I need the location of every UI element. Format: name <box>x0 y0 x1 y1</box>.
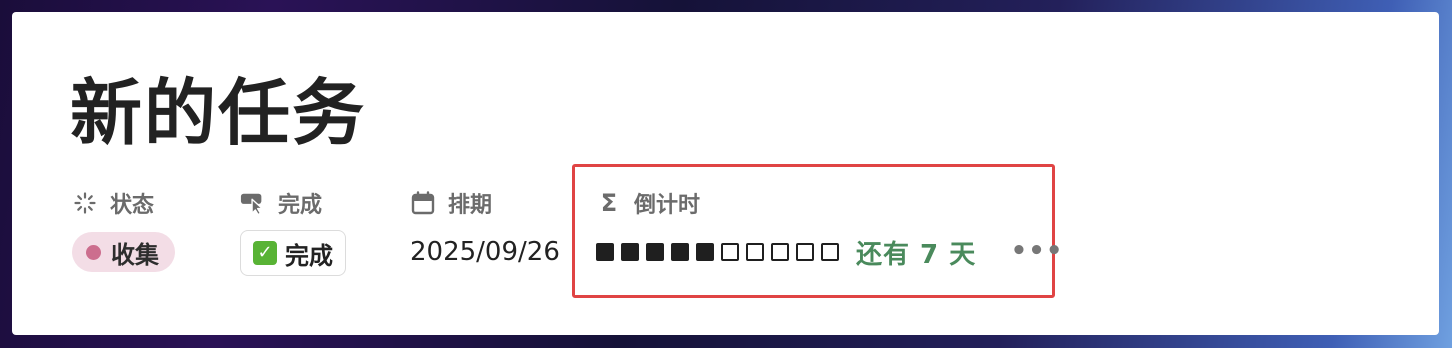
property-done-label: 完成 <box>278 193 323 218</box>
done-button[interactable]: ✓ 完成 <box>240 230 346 276</box>
countdown-remaining-text: 还有 7 天 <box>856 239 977 270</box>
progress-block-empty <box>771 243 789 261</box>
property-countdown-value[interactable]: 还有 7 天 ••• <box>596 232 1062 272</box>
progress-block-empty <box>746 243 764 261</box>
status-tag-label: 收集 <box>111 240 159 269</box>
highlight-box <box>572 164 1055 298</box>
property-countdown-label: 倒计时 <box>634 193 701 218</box>
property-schedule-value[interactable]: 2025/09/26 <box>410 232 560 272</box>
property-schedule-header[interactable]: 排期 <box>410 186 492 220</box>
progress-block-empty <box>796 243 814 261</box>
progress-block-filled <box>671 243 689 261</box>
property-status-value[interactable]: 收集 <box>72 232 175 272</box>
more-options-icon[interactable]: ••• <box>1011 236 1063 266</box>
page-card: 新的任务 状态 收集 完成 ✓ 完成 排期 2025/09/26 Σ 倒计时 还… <box>12 12 1439 335</box>
status-tag[interactable]: 收集 <box>72 232 175 272</box>
progress-block-filled <box>596 243 614 261</box>
schedule-date: 2025/09/26 <box>410 237 560 267</box>
button-cursor-icon <box>240 190 266 216</box>
page-title[interactable]: 新的任务 <box>70 68 366 158</box>
sigma-icon: Σ <box>600 189 618 217</box>
progress-block-empty <box>821 243 839 261</box>
property-countdown: Σ 倒计时 还有 7 天 ••• <box>596 186 1062 270</box>
done-button-label: 完成 <box>285 241 333 270</box>
progress-block-filled <box>621 243 639 261</box>
status-dot <box>86 244 101 260</box>
progress-block-filled <box>696 243 714 261</box>
property-schedule: 排期 2025/09/26 <box>410 186 560 267</box>
property-status-header[interactable]: 状态 <box>72 186 154 220</box>
check-icon: ✓ <box>253 241 277 265</box>
property-done-header[interactable]: 完成 <box>240 186 322 220</box>
progress-block-filled <box>646 243 664 261</box>
countdown-progress-blocks <box>596 243 846 261</box>
property-done: 完成 ✓ 完成 <box>240 186 346 276</box>
property-countdown-header[interactable]: Σ 倒计时 <box>596 186 700 220</box>
property-status-label: 状态 <box>110 193 155 218</box>
property-status: 状态 收集 <box>72 186 175 272</box>
property-schedule-label: 排期 <box>448 193 493 218</box>
calendar-icon <box>410 190 436 216</box>
progress-block-empty <box>721 243 739 261</box>
status-spinner-icon <box>72 190 98 216</box>
property-done-value: ✓ 完成 <box>240 230 346 276</box>
